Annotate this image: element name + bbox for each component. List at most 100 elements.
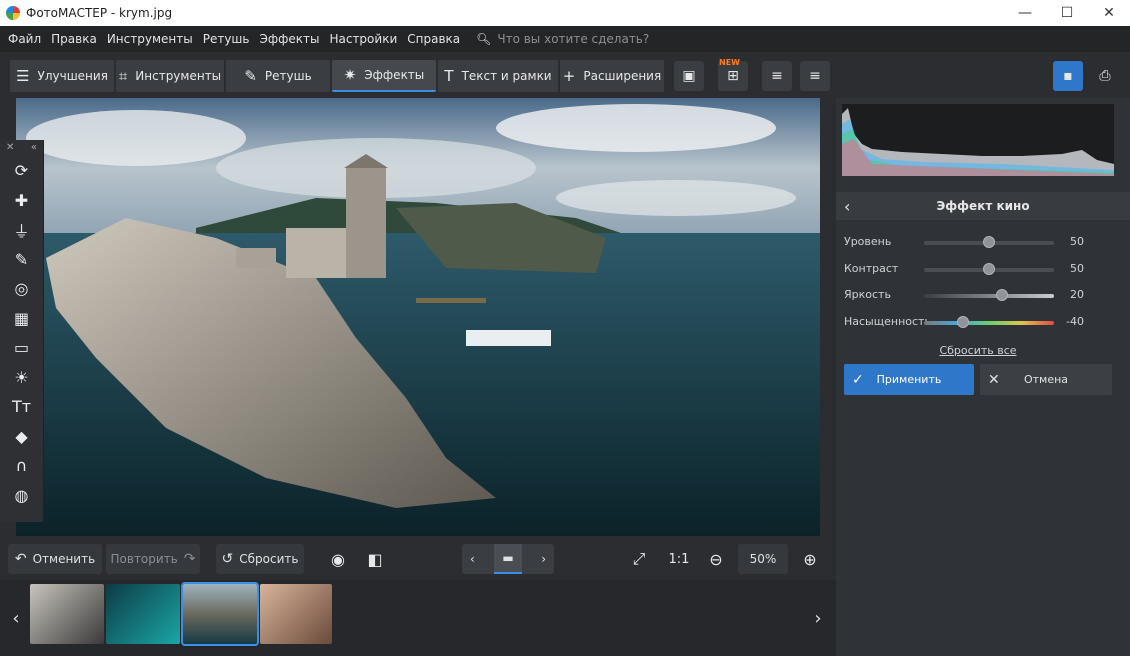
- magic-wand-icon: ✷: [343, 66, 357, 84]
- undo-button[interactable]: ↶ Отменить: [8, 544, 102, 574]
- histogram-graph: [842, 108, 1114, 176]
- menu-retouch[interactable]: Ретушь: [203, 32, 250, 46]
- filmstrip-next-button[interactable]: ›: [808, 580, 828, 656]
- brush-icon: ✎: [14, 249, 29, 269]
- gradient-tool[interactable]: ▦: [0, 304, 43, 334]
- thumbnail[interactable]: [260, 584, 332, 644]
- slider-track[interactable]: [924, 294, 1054, 298]
- fit-screen-icon: ⤢: [632, 549, 646, 568]
- minimize-button[interactable]: —: [1004, 0, 1046, 26]
- new-templates-button[interactable]: NEW ⊞: [718, 58, 748, 91]
- brush-tool[interactable]: ✎: [0, 245, 43, 275]
- thumbnail-selected[interactable]: [181, 582, 259, 646]
- side-tool-header: ✕ «: [0, 140, 43, 156]
- sliders-icon: ☰: [16, 67, 30, 85]
- undo-icon: ↶: [14, 551, 27, 567]
- maximize-button[interactable]: ☐: [1046, 0, 1088, 26]
- slider-row-contrast: Контраст 50: [836, 257, 1130, 281]
- reset-button[interactable]: ↺ Сбросить: [216, 544, 304, 574]
- plus-icon: +: [562, 67, 576, 85]
- next-image-button[interactable]: ›: [541, 552, 546, 566]
- tab-retouch[interactable]: ✎ Ретушь: [226, 60, 330, 92]
- redo-label: Повторить: [110, 552, 178, 566]
- slider-value: 20: [1070, 288, 1084, 301]
- menu-effects[interactable]: Эффекты: [259, 32, 319, 46]
- rotate-tool[interactable]: ⟳: [0, 156, 43, 186]
- add-preset-button[interactable]: ≡: [762, 61, 792, 91]
- menu-help[interactable]: Справка: [407, 32, 460, 46]
- check-icon: ✓: [852, 371, 864, 388]
- compare-button[interactable]: ◧: [360, 544, 390, 574]
- tab-enhancements[interactable]: ☰ Улучшения: [10, 60, 114, 92]
- radial-tool[interactable]: ◎: [0, 274, 43, 304]
- zoom-in-button[interactable]: ⊕: [795, 544, 825, 574]
- tab-effects[interactable]: ✷ Эффекты: [332, 60, 436, 92]
- tab-label: Текст и рамки: [461, 69, 552, 83]
- slider-track[interactable]: [924, 321, 1054, 325]
- text-icon: T: [444, 67, 454, 85]
- light-tool[interactable]: ☀: [0, 363, 43, 393]
- chevron-left-icon: ‹: [844, 196, 851, 216]
- collapse-icon[interactable]: «: [31, 140, 37, 156]
- menu-settings[interactable]: Настройки: [329, 32, 397, 46]
- reset-all-link[interactable]: Сбросить все: [836, 344, 1120, 357]
- fill-tool[interactable]: ◆: [0, 422, 43, 452]
- effect-header: ‹ Эффект кино: [836, 192, 1130, 220]
- command-search[interactable]: 🔍︎ Что вы хотите сделать?: [476, 32, 649, 46]
- open-folder-button[interactable]: ▬: [494, 544, 522, 574]
- stamp-tool[interactable]: ⏚: [0, 215, 43, 245]
- tab-text-frames[interactable]: T Текст и рамки: [438, 60, 558, 92]
- thumbnail[interactable]: [106, 584, 180, 644]
- slider-row-level: Уровень 50: [836, 230, 1130, 254]
- undo-label: Отменить: [32, 552, 96, 566]
- prev-image-button[interactable]: ‹: [470, 552, 475, 566]
- folder-icon: ▬: [502, 551, 514, 565]
- thumbnail[interactable]: [30, 584, 104, 644]
- close-icon: ✕: [988, 371, 1000, 388]
- tab-extensions[interactable]: + Расширения: [560, 60, 664, 92]
- slider-knob[interactable]: [957, 316, 969, 328]
- menu-file[interactable]: Файл: [8, 32, 41, 46]
- slider-value: 50: [1070, 235, 1084, 248]
- image-gallery-button[interactable]: ▣: [674, 61, 704, 91]
- back-button[interactable]: ‹: [844, 197, 850, 216]
- menu-tools[interactable]: Инструменты: [107, 32, 193, 46]
- magnet-icon: ∩: [15, 456, 28, 476]
- preview-toggle-button[interactable]: ◉: [323, 544, 353, 574]
- close-button[interactable]: ✕: [1088, 0, 1130, 26]
- radial-icon: ◎: [14, 279, 29, 299]
- reset-label: Сбросить: [239, 552, 299, 566]
- main-toolbar: ☰ Улучшения ⌗ Инструменты ✎ Ретушь ✷ Эфф…: [0, 52, 1130, 100]
- slider-value: 50: [1070, 262, 1084, 275]
- fit-screen-button[interactable]: ⤢: [624, 544, 654, 574]
- text-tool[interactable]: Tт: [0, 392, 43, 422]
- heal-tool[interactable]: ✚: [0, 186, 43, 216]
- print-button[interactable]: ⎙: [1090, 61, 1120, 91]
- menu-edit[interactable]: Правка: [51, 32, 97, 46]
- slider-knob[interactable]: [983, 263, 995, 275]
- brush-icon: ✎: [244, 67, 257, 85]
- close-icon[interactable]: ✕: [6, 140, 14, 156]
- chevron-left-icon: ‹: [12, 607, 20, 629]
- image-canvas[interactable]: [16, 98, 820, 536]
- filmstrip-prev-button[interactable]: ‹: [6, 580, 26, 656]
- slider-label: Контраст: [844, 262, 899, 275]
- slider-knob[interactable]: [996, 289, 1008, 301]
- magnet-tool[interactable]: ∩: [0, 451, 43, 481]
- preset-history-button[interactable]: ≡: [800, 61, 830, 91]
- zoom-value[interactable]: 50%: [738, 544, 788, 574]
- cancel-button[interactable]: ✕ Отмена: [980, 364, 1112, 395]
- apply-label: Применить: [876, 373, 942, 386]
- tab-label: Улучшения: [37, 69, 108, 83]
- apply-button[interactable]: ✓ Применить: [844, 364, 974, 395]
- slider-knob[interactable]: [983, 236, 995, 248]
- zoom-1to1-button[interactable]: 1:1: [664, 544, 694, 574]
- globe-tool[interactable]: ◍: [0, 481, 43, 511]
- title-bar: ФотоМАСТЕР - krym.jpg — ☐ ✕: [0, 0, 1130, 26]
- tab-tools[interactable]: ⌗ Инструменты: [116, 60, 224, 92]
- bandage-icon: ✚: [14, 190, 29, 210]
- zoom-out-button[interactable]: ⊖: [701, 544, 731, 574]
- save-button[interactable]: ▪: [1053, 61, 1083, 91]
- redo-button[interactable]: Повторить ↷: [106, 544, 200, 574]
- vignette-tool[interactable]: ▭: [0, 333, 43, 363]
